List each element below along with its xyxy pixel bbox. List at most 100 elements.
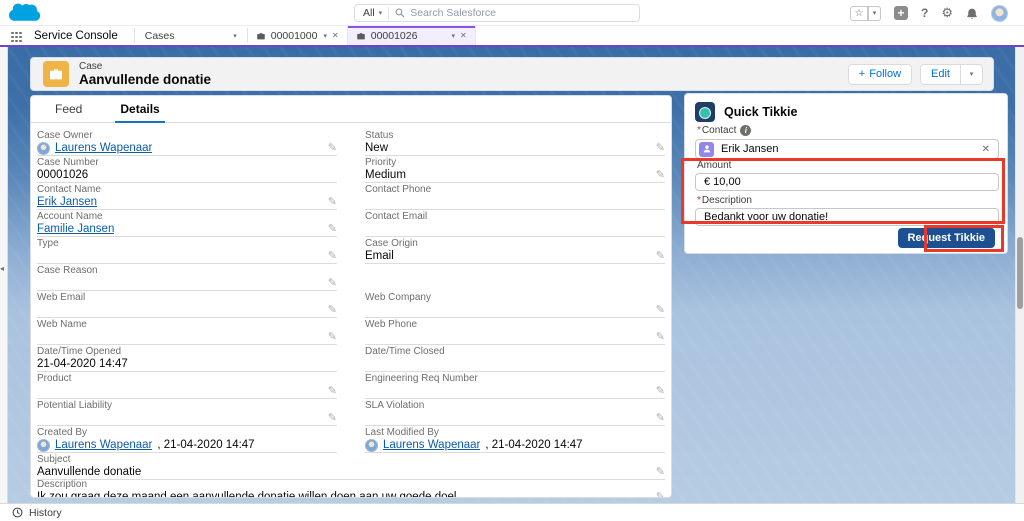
tab-details[interactable]: Details — [120, 96, 159, 122]
field-label: Product — [37, 373, 337, 385]
search-icon — [395, 8, 405, 18]
edit-pencil-icon[interactable]: ✎ — [656, 332, 665, 343]
field-value — [37, 331, 40, 343]
scrollbar-thumb[interactable] — [1017, 237, 1023, 309]
tab-close-icon[interactable]: ✕ — [460, 31, 467, 40]
field-value-link[interactable]: Laurens Wapenaar — [55, 439, 152, 451]
field-value-suffix: , 21-04-2020 14:47 — [485, 439, 582, 451]
required-marker: * — [697, 125, 701, 136]
field-label: Status — [365, 130, 665, 142]
follow-button[interactable]: + Follow — [848, 64, 912, 85]
console-tab-bar: Service Console Cases ▾ 00001000 ▾ ✕ 000… — [0, 26, 1024, 45]
field-label: Contact Email — [365, 211, 665, 223]
app-name: Service Console — [30, 26, 134, 45]
field-row: Web Email ✎ Web Company ✎ — [37, 292, 665, 319]
field-value-link[interactable]: Laurens Wapenaar — [55, 142, 152, 154]
field-value-link[interactable]: Erik Jansen — [37, 196, 97, 208]
field-value — [365, 304, 368, 316]
collapse-left-panel[interactable]: ◂ — [0, 47, 8, 503]
field-row: Web Name ✎ Web Phone ✎ — [37, 319, 665, 346]
nav-item-cases[interactable]: Cases ▾ — [135, 26, 247, 45]
vertical-scrollbar[interactable] — [1015, 47, 1024, 503]
field-row: Created By Laurens Wapenaar , 21-04-2020… — [37, 427, 665, 454]
field-value — [365, 412, 368, 424]
notifications-bell-icon[interactable] — [966, 7, 978, 20]
tab-chevron-icon[interactable]: ▾ — [452, 32, 456, 40]
favorites-dropdown-icon[interactable]: ▾ — [868, 6, 881, 21]
console-accent-line — [0, 45, 1024, 47]
request-tikkie-button[interactable]: Request Tikkie — [898, 228, 995, 248]
field-value: 00001026 — [37, 169, 88, 181]
field-row: Subject Aanvullende donatie ✎ — [37, 454, 665, 479]
global-search[interactable]: All ▾ — [354, 4, 640, 22]
salesforce-logo[interactable] — [8, 2, 42, 29]
field-row: Case Owner Laurens Wapenaar ✎ Status New… — [37, 130, 665, 157]
field-label: Engineering Req Number — [365, 373, 665, 385]
tab-label: 00001026 — [371, 30, 418, 42]
workspace-tab-00001026[interactable]: 00001026 ▾ ✕ — [348, 26, 476, 45]
edit-pencil-icon[interactable]: ✎ — [656, 143, 665, 154]
search-input[interactable] — [410, 6, 639, 20]
more-actions-caret-icon[interactable]: ▾ — [961, 64, 983, 85]
tab-close-icon[interactable]: ✕ — [332, 31, 339, 40]
field-row: Description Ik zou graag deze maand een … — [37, 479, 665, 498]
edit-pencil-icon[interactable]: ✎ — [656, 305, 665, 316]
utility-bar: History — [0, 503, 1024, 521]
edit-pencil-icon[interactable]: ✎ — [656, 413, 665, 424]
amount-input[interactable] — [695, 173, 999, 191]
case-briefcase-icon — [256, 31, 266, 41]
field-cell: Priority Medium ✎ — [365, 157, 665, 184]
tab-chevron-icon[interactable]: ▾ — [324, 32, 328, 40]
tab-feed[interactable]: Feed — [55, 96, 82, 122]
workspace-tab-00001000[interactable]: 00001000 ▾ ✕ — [248, 26, 348, 45]
quick-create-icon[interactable]: + — [894, 6, 908, 20]
edit-pencil-icon[interactable]: ✎ — [328, 224, 337, 235]
field-value-link[interactable]: Laurens Wapenaar — [383, 439, 480, 451]
edit-pencil-icon[interactable]: ✎ — [328, 332, 337, 343]
field-label: Case Number — [37, 157, 337, 169]
setup-gear-icon[interactable]: ⚙ — [941, 5, 953, 21]
history-label: History — [29, 507, 62, 519]
edit-pencil-icon[interactable]: ✎ — [328, 413, 337, 424]
user-avatar[interactable] — [991, 5, 1008, 22]
search-scope-selector[interactable]: All ▾ — [355, 7, 386, 19]
remove-contact-icon[interactable]: ✕ — [982, 144, 990, 155]
global-header: All ▾ ☆ ▾ + ? ⚙ — [0, 0, 1024, 26]
edit-pencil-icon[interactable]: ✎ — [656, 467, 665, 478]
edit-pencil-icon[interactable]: ✎ — [328, 278, 337, 289]
field-value — [365, 196, 368, 208]
chevron-down-icon: ▾ — [379, 9, 383, 17]
contact-lookup-pill[interactable]: Erik Jansen ✕ — [695, 139, 999, 159]
field-cell: Web Company ✎ — [365, 292, 665, 319]
help-icon[interactable]: ? — [921, 6, 928, 20]
field-cell: Status New ✎ — [365, 130, 665, 157]
history-item[interactable]: History — [12, 507, 62, 519]
field-value: Ik zou graag deze maand een aanvullende … — [37, 491, 460, 498]
record-header: Case Aanvullende donatie + Follow Edit ▾ — [30, 57, 994, 91]
description-input[interactable] — [695, 208, 999, 226]
edit-pencil-icon[interactable]: ✎ — [328, 251, 337, 262]
edit-pencil-icon[interactable]: ✎ — [328, 143, 337, 154]
contact-field-label: *Contact i — [697, 125, 751, 136]
field-label: Date/Time Opened — [37, 346, 337, 358]
field-cell: Subject Aanvullende donatie ✎ — [37, 454, 665, 479]
field-value — [37, 412, 40, 424]
info-icon[interactable]: i — [740, 125, 751, 136]
field-cell: Potential Liability ✎ — [37, 400, 337, 427]
edit-pencil-icon[interactable]: ✎ — [656, 492, 665, 498]
edit-pencil-icon[interactable]: ✎ — [656, 170, 665, 181]
field-value-link[interactable]: Familie Jansen — [37, 223, 114, 235]
field-label: Web Company — [365, 292, 665, 304]
edit-button[interactable]: Edit — [920, 64, 961, 85]
edit-pencil-icon[interactable]: ✎ — [328, 305, 337, 316]
edit-pencil-icon[interactable]: ✎ — [328, 197, 337, 208]
edit-label: Edit — [931, 68, 950, 80]
edit-pencil-icon[interactable]: ✎ — [328, 386, 337, 397]
favorites-control[interactable]: ☆ ▾ — [850, 6, 881, 21]
edit-pencil-icon[interactable]: ✎ — [656, 251, 665, 262]
edit-pencil-icon[interactable]: ✎ — [656, 386, 665, 397]
favorite-star-icon[interactable]: ☆ — [850, 6, 868, 21]
field-cell: Description Ik zou graag deze maand een … — [37, 479, 665, 498]
field-value — [37, 277, 40, 289]
app-launcher-icon[interactable] — [11, 32, 22, 43]
